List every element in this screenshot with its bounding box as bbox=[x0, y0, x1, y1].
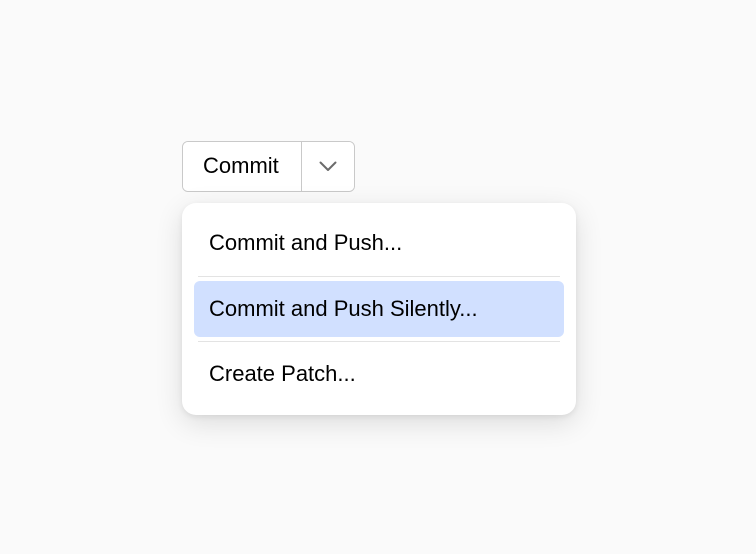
menu-separator bbox=[198, 276, 560, 277]
commit-dropdown-menu: Commit and Push... Commit and Push Silen… bbox=[182, 203, 576, 415]
menu-item-create-patch[interactable]: Create Patch... bbox=[194, 346, 564, 403]
menu-separator bbox=[198, 341, 560, 342]
menu-item-commit-and-push[interactable]: Commit and Push... bbox=[194, 215, 564, 272]
commit-dropdown-toggle[interactable] bbox=[302, 142, 354, 191]
commit-split-button: Commit bbox=[182, 141, 355, 192]
menu-item-commit-and-push-silently[interactable]: Commit and Push Silently... bbox=[194, 281, 564, 338]
chevron-down-icon bbox=[319, 161, 337, 172]
commit-button[interactable]: Commit bbox=[183, 142, 301, 191]
